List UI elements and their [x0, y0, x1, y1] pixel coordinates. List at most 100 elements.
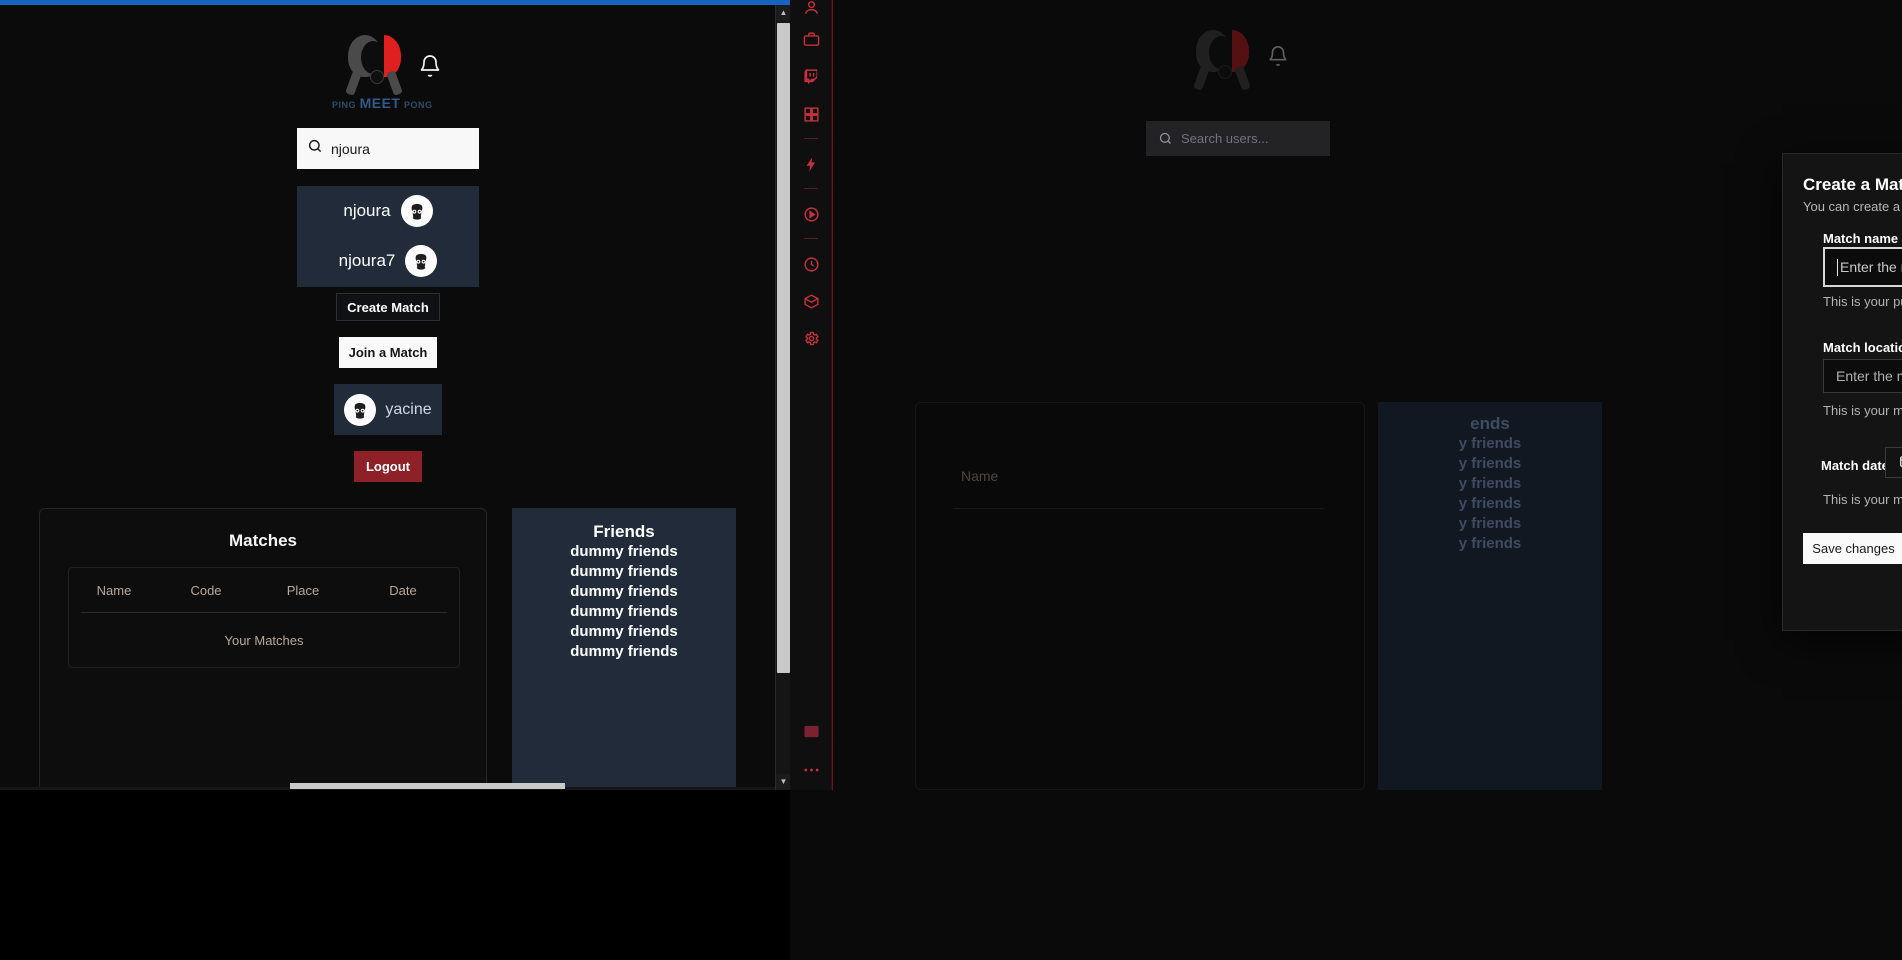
join-match-button[interactable]: Join a Match [339, 337, 437, 368]
page-background-fill [0, 790, 790, 960]
match-date-picker-button[interactable]: September 24th, 2024 [1885, 447, 1902, 478]
match-name-input[interactable]: Enter the match name [1823, 247, 1902, 287]
match-location-hint: This is your match location. [1823, 403, 1902, 418]
matches-column-header: Name [96, 582, 132, 598]
account-icon[interactable] [798, 0, 824, 20]
friend-list-item[interactable]: dummy friends [512, 542, 736, 562]
background-logo [1188, 28, 1268, 91]
matches-table: Name Code Place Date Your Matches [68, 567, 460, 668]
logout-button[interactable]: Logout [354, 451, 422, 482]
logo-word-meet: MEET [359, 95, 401, 111]
friend-list-item[interactable]: dummy friends [512, 642, 736, 662]
scroll-up-arrow-icon[interactable]: ▲ [776, 5, 790, 21]
text-caret [1837, 258, 1838, 276]
modal-title: Create a Match [1803, 175, 1902, 194]
extensions-icon[interactable] [798, 101, 824, 127]
avatar [405, 245, 438, 277]
run-icon[interactable] [798, 151, 824, 177]
background-editor-window: Search users... Name ends y friends y fri… [790, 0, 1902, 960]
match-location-label: Match location [1823, 340, 1902, 355]
rail-divider [804, 188, 818, 189]
create-match-button[interactable]: Create Match [336, 293, 440, 321]
background-friend-list-item: y friends [1458, 535, 1522, 552]
search-result-name: njoura7 [338, 251, 396, 270]
friend-list-item[interactable]: dummy friends [512, 622, 736, 642]
background-matches-card: Name [915, 402, 1365, 790]
background-matches-column-name: Name [961, 468, 999, 484]
search-result-item[interactable]: njoura7 [297, 236, 479, 286]
ping-pong-ball [370, 70, 384, 84]
background-matches-divider [954, 508, 1324, 509]
matches-column-header: Place [286, 582, 320, 598]
search-results-dropdown[interactable]: njoura njoura7 [297, 186, 479, 287]
rail-divider [804, 138, 818, 139]
package-icon[interactable] [798, 288, 824, 314]
play-circle-icon[interactable] [798, 201, 824, 227]
background-search-input[interactable]: Search users... [1146, 121, 1330, 156]
matches-empty-text: Your Matches [224, 632, 304, 648]
matches-column-header: Code [190, 582, 222, 598]
search-icon [307, 138, 323, 159]
match-name-hint: This is your public match display name. [1823, 294, 1902, 309]
search-result-name: njoura [343, 201, 391, 220]
logo-word-ping: PING [332, 100, 357, 110]
profile-button[interactable]: yacine [334, 384, 442, 435]
background-search-placeholder: Search users... [1181, 131, 1269, 146]
modal-subtitle: You can create a match by entering the m… [1803, 199, 1902, 214]
match-date-hint: This is your match date. [1823, 492, 1902, 507]
match-location-placeholder: Enter the match location [1836, 368, 1902, 384]
background-friend-list-item: y friends [1458, 475, 1522, 492]
search-input-value: njoura [331, 140, 370, 157]
history-icon[interactable] [798, 251, 824, 277]
search-input[interactable]: njoura [297, 128, 479, 169]
background-bell-icon[interactable] [1267, 44, 1289, 73]
background-friend-list-item: y friends [1458, 435, 1522, 452]
background-friends-list: y friends y friends y friends y friends y fr… [1378, 434, 1602, 554]
friends-card: Friends dummy friends dummy friends dummy … [512, 508, 736, 790]
friend-list-item[interactable]: dummy friends [512, 562, 736, 582]
profile-name: yacine [385, 400, 432, 418]
settings-gear-icon[interactable] [798, 325, 824, 351]
friend-list-item[interactable]: dummy friends [512, 582, 736, 602]
background-app-content: Search users... Name ends y friends y fri… [833, 0, 1902, 790]
friends-title: Friends [593, 522, 655, 541]
image-icon[interactable] [798, 718, 824, 744]
avatar [344, 393, 377, 426]
matches-card: Matches Name Code Place Date Your Matches [39, 508, 487, 790]
horizontal-scrollbar-thumb[interactable] [290, 783, 565, 789]
background-friend-list-item: y friends [1458, 455, 1522, 472]
app-logo: PING MEET PONG [332, 33, 432, 111]
notification-bell-icon[interactable] [418, 53, 442, 79]
logo-word-pong: PONG [404, 100, 433, 110]
paddle-handle-left [345, 70, 362, 96]
vertical-scrollbar[interactable]: ▲ ▼ [775, 5, 790, 790]
search-result-item[interactable]: njoura [297, 186, 479, 236]
background-friends-panel: ends y friends y friends y friends y friend… [1378, 402, 1602, 790]
paddle-handle-right [386, 70, 403, 96]
browser-viewport: PING MEET PONG njoura njoura njoura7 Cre… [0, 5, 775, 790]
scroll-down-arrow-icon[interactable]: ▼ [776, 774, 790, 790]
rail-divider [804, 238, 818, 239]
match-location-input[interactable]: Enter the match location [1823, 359, 1902, 393]
activity-bar-rail[interactable] [790, 0, 832, 790]
matches-table-header: Name Code Place Date [69, 568, 459, 612]
match-name-placeholder: Enter the match name [1840, 259, 1902, 275]
matches-title: Matches [228, 531, 298, 550]
create-match-modal: ✕ Create a Match You can create a match … [1782, 153, 1902, 631]
match-name-label: Match name [1823, 231, 1899, 246]
background-friend-list-item: y friends [1458, 515, 1522, 532]
background-friend-list-item: y friends [1458, 495, 1522, 512]
matches-column-header: Date [389, 582, 417, 598]
vertical-scrollbar-thumb[interactable] [777, 23, 790, 673]
browser-window: PING MEET PONG njoura njoura njoura7 Cre… [0, 0, 790, 790]
friends-list: dummy friends dummy friends dummy friends d… [512, 542, 736, 662]
save-changes-button[interactable]: Save changes [1803, 533, 1902, 564]
background-friends-title: ends [1470, 414, 1510, 433]
match-date-label: Match date [1821, 458, 1889, 473]
twitch-icon[interactable] [798, 63, 824, 89]
briefcase-icon[interactable] [798, 26, 824, 52]
logo-wordmark: PING MEET PONG [332, 95, 432, 111]
more-icon[interactable] [798, 757, 824, 783]
friend-list-item[interactable]: dummy friends [512, 602, 736, 622]
avatar [400, 195, 433, 227]
